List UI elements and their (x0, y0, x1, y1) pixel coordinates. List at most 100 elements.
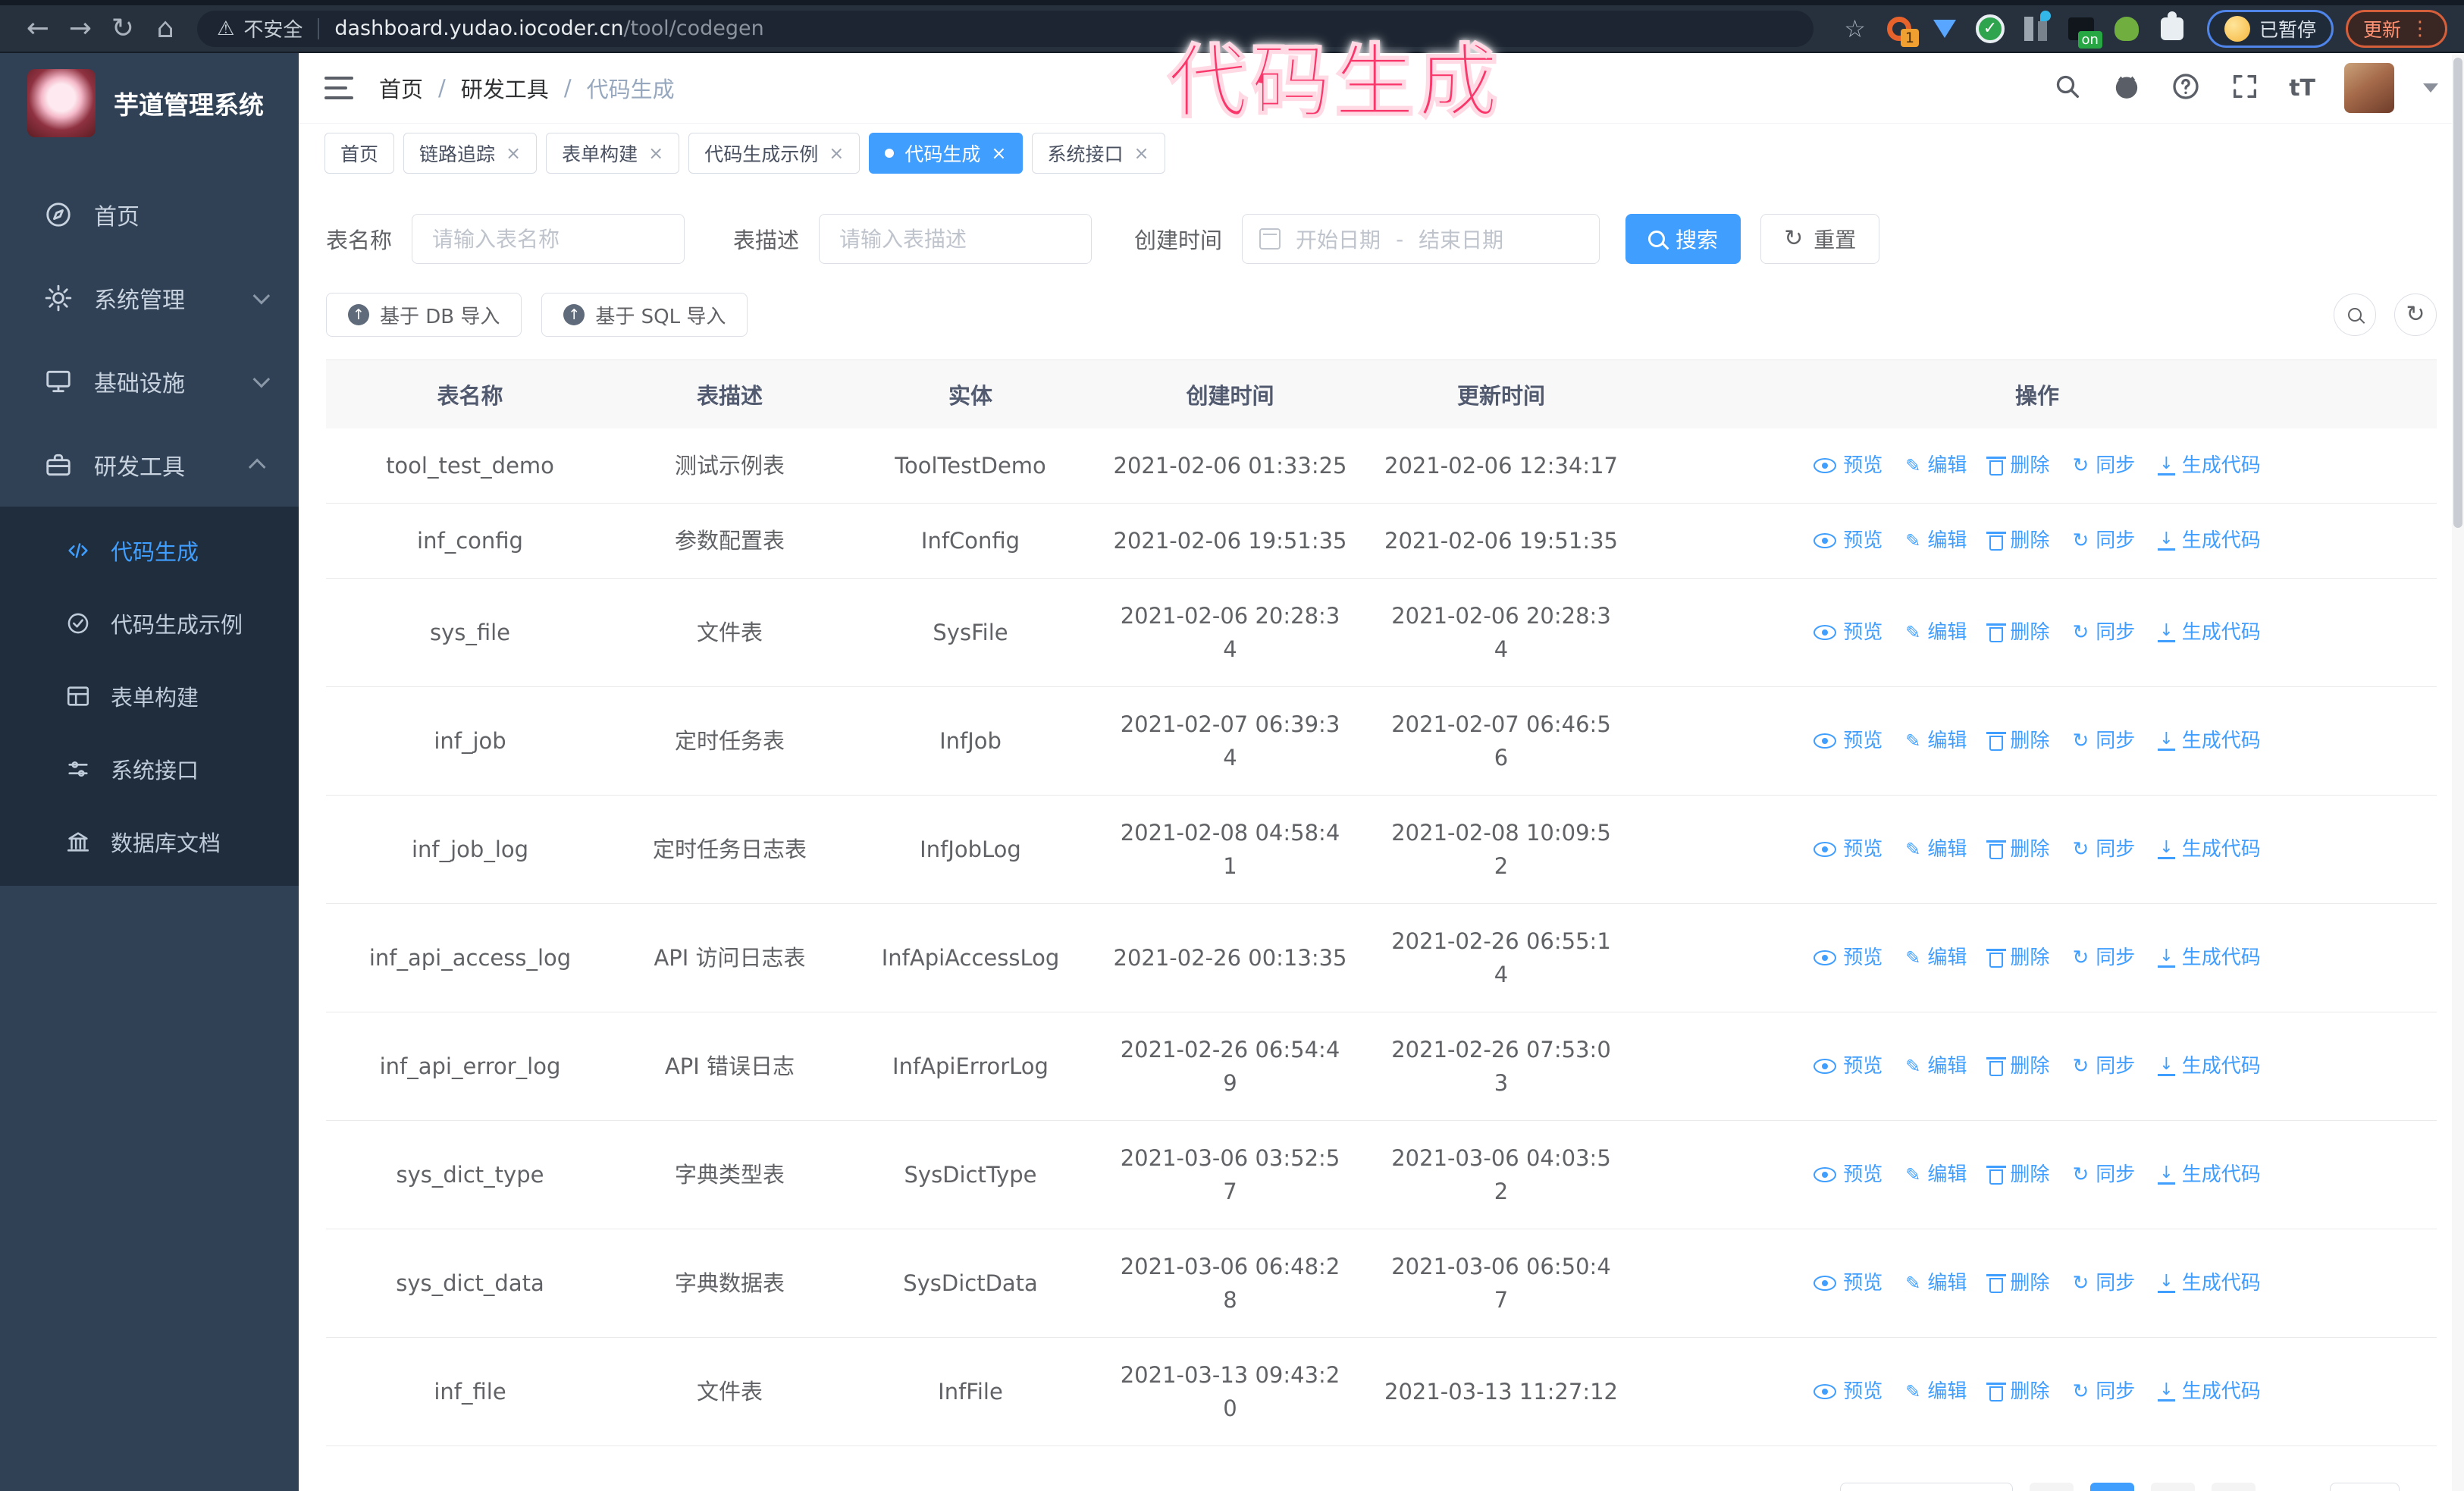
tab-codegen[interactable]: 代码生成 × (869, 132, 1023, 174)
preview-link[interactable]: 预览 (1814, 616, 1882, 649)
edit-link[interactable]: ✎ 编辑 (1905, 1375, 1967, 1408)
browser-home-icon[interactable]: ⌂ (144, 14, 187, 42)
page-size-select[interactable]: 10条/页 (1840, 1483, 2013, 1491)
browser-reload-icon[interactable]: ↻ (102, 14, 144, 42)
generate-code-link[interactable]: ↓ 生成代码 (2158, 524, 2261, 557)
edit-link[interactable]: ✎ 编辑 (1905, 449, 1967, 482)
sidebar-item-home[interactable]: 首页 (0, 173, 299, 256)
sync-link[interactable]: ↻ 同步 (2072, 449, 2135, 482)
edit-link[interactable]: ✎ 编辑 (1905, 724, 1967, 758)
generate-code-link[interactable]: ↓ 生成代码 (2158, 1267, 2261, 1300)
delete-link[interactable]: 删除 (1986, 1158, 2049, 1191)
sync-link[interactable]: ↻ 同步 (2072, 1267, 2135, 1300)
sidebar-item-infra[interactable]: 基础设施 (0, 340, 299, 423)
edit-link[interactable]: ✎ 编辑 (1905, 524, 1967, 557)
close-icon[interactable]: × (1134, 144, 1149, 162)
sync-link[interactable]: ↻ 同步 (2072, 941, 2135, 975)
extension-pet-icon[interactable] (2111, 14, 2142, 44)
close-icon[interactable]: × (506, 144, 521, 162)
sidebar-subitem-codegen[interactable]: 代码生成 (0, 514, 299, 587)
sync-link[interactable]: ↻ 同步 (2072, 1050, 2135, 1083)
close-icon[interactable]: × (991, 144, 1006, 162)
preview-link[interactable]: 预览 (1814, 833, 1882, 866)
page-button-1[interactable]: 1 (2090, 1483, 2134, 1491)
search-button[interactable]: 搜索 (1625, 214, 1741, 264)
generate-code-link[interactable]: ↓ 生成代码 (2158, 1158, 2261, 1191)
browser-update-pill[interactable]: 更新 ⋮ (2345, 9, 2447, 48)
close-icon[interactable]: × (648, 144, 663, 162)
generate-code-link[interactable]: ↓ 生成代码 (2158, 1375, 2261, 1408)
sidebar-subitem-form-builder[interactable]: 表单构建 (0, 660, 299, 733)
breadcrumb-group[interactable]: 研发工具 (461, 72, 549, 104)
scrollbar-track[interactable] (2452, 55, 2464, 1491)
tab-tracing[interactable]: 链路追踪 × (403, 132, 538, 174)
preview-link[interactable]: 预览 (1814, 941, 1882, 975)
generate-code-link[interactable]: ↓ 生成代码 (2158, 449, 2261, 482)
create-time-range-picker[interactable]: 开始日期 - 结束日期 (1242, 214, 1600, 264)
tab-home[interactable]: 首页 (324, 132, 395, 174)
generate-code-link[interactable]: ↓ 生成代码 (2158, 833, 2261, 866)
edit-link[interactable]: ✎ 编辑 (1905, 1050, 1967, 1083)
help-icon[interactable] (2171, 71, 2201, 105)
scrollbar-thumb[interactable] (2453, 58, 2462, 528)
sync-link[interactable]: ↻ 同步 (2072, 1158, 2135, 1191)
refresh-table-button[interactable]: ↻ (2394, 293, 2437, 336)
table-desc-input[interactable] (819, 214, 1092, 264)
generate-code-link[interactable]: ↓ 生成代码 (2158, 724, 2261, 758)
edit-link[interactable]: ✎ 编辑 (1905, 616, 1967, 649)
extension-orange-icon[interactable]: 1 (1884, 14, 1919, 47)
prev-page-button[interactable]: ‹ (2030, 1483, 2074, 1491)
sync-link[interactable]: ↻ 同步 (2072, 1375, 2135, 1408)
generate-code-link[interactable]: ↓ 生成代码 (2158, 1050, 2261, 1083)
page-button-2[interactable]: 2 (2151, 1483, 2195, 1491)
tab-codegen-example[interactable]: 代码生成示例 × (688, 132, 861, 174)
extension-bars-icon[interactable] (2020, 10, 2051, 44)
fullscreen-icon[interactable] (2230, 71, 2260, 105)
sidebar-subitem-system-api[interactable]: 系统接口 (0, 733, 299, 805)
header-search-icon[interactable] (2052, 71, 2083, 105)
delete-link[interactable]: 删除 (1986, 1050, 2049, 1083)
sync-link[interactable]: ↻ 同步 (2072, 616, 2135, 649)
github-icon[interactable] (2111, 71, 2142, 105)
address-bar[interactable]: ⚠ 不安全 dashboard.yudao.iocoder.cn /tool/c… (197, 10, 1814, 47)
profile-paused-pill[interactable]: 已暂停 (2206, 9, 2334, 48)
edit-link[interactable]: ✎ 编辑 (1905, 941, 1967, 975)
toggle-search-button[interactable] (2334, 293, 2376, 336)
delete-link[interactable]: 删除 (1986, 1267, 2049, 1300)
delete-link[interactable]: 删除 (1986, 833, 2049, 866)
delete-link[interactable]: 删除 (1986, 524, 2049, 557)
edit-link[interactable]: ✎ 编辑 (1905, 833, 1967, 866)
user-menu-caret-icon[interactable] (2423, 83, 2438, 93)
tab-system-api[interactable]: 系统接口 × (1031, 132, 1165, 174)
extension-dark-icon[interactable]: on (2066, 14, 2102, 49)
preview-link[interactable]: 预览 (1814, 524, 1882, 557)
sync-link[interactable]: ↻ 同步 (2072, 524, 2135, 557)
sidebar-subitem-codegen-example[interactable]: 代码生成示例 (0, 587, 299, 660)
extensions-puzzle-icon[interactable] (2157, 11, 2187, 44)
browser-menu-dots-icon[interactable]: ⋮ (2410, 17, 2430, 40)
preview-link[interactable]: 预览 (1814, 1158, 1882, 1191)
tab-form-builder[interactable]: 表单构建 × (546, 132, 680, 174)
delete-link[interactable]: 删除 (1986, 724, 2049, 758)
sidebar-item-dev-tools[interactable]: 研发工具 (0, 423, 299, 507)
preview-link[interactable]: 预览 (1814, 449, 1882, 482)
user-avatar[interactable] (2344, 63, 2394, 113)
extension-gem-icon[interactable] (1930, 14, 1960, 44)
sidebar-logo-row[interactable]: 芋道管理系统 (0, 53, 299, 153)
reset-button[interactable]: ↻ 重置 (1760, 214, 1880, 264)
breadcrumb-home[interactable]: 首页 (379, 72, 423, 104)
browser-back-icon[interactable]: ← (17, 14, 59, 42)
sidebar-item-system[interactable]: 系统管理 (0, 256, 299, 340)
delete-link[interactable]: 删除 (1986, 449, 2049, 482)
edit-link[interactable]: ✎ 编辑 (1905, 1158, 1967, 1191)
browser-forward-icon[interactable]: → (59, 14, 102, 42)
close-icon[interactable]: × (829, 144, 844, 162)
next-page-button[interactable]: › (2212, 1483, 2256, 1491)
preview-link[interactable]: 预览 (1814, 724, 1882, 758)
edit-link[interactable]: ✎ 编辑 (1905, 1267, 1967, 1300)
preview-link[interactable]: 预览 (1814, 1050, 1882, 1083)
delete-link[interactable]: 删除 (1986, 941, 2049, 975)
delete-link[interactable]: 删除 (1986, 616, 2049, 649)
import-sql-button[interactable]: 基于 SQL 导入 (541, 293, 748, 337)
sync-link[interactable]: ↻ 同步 (2072, 833, 2135, 866)
